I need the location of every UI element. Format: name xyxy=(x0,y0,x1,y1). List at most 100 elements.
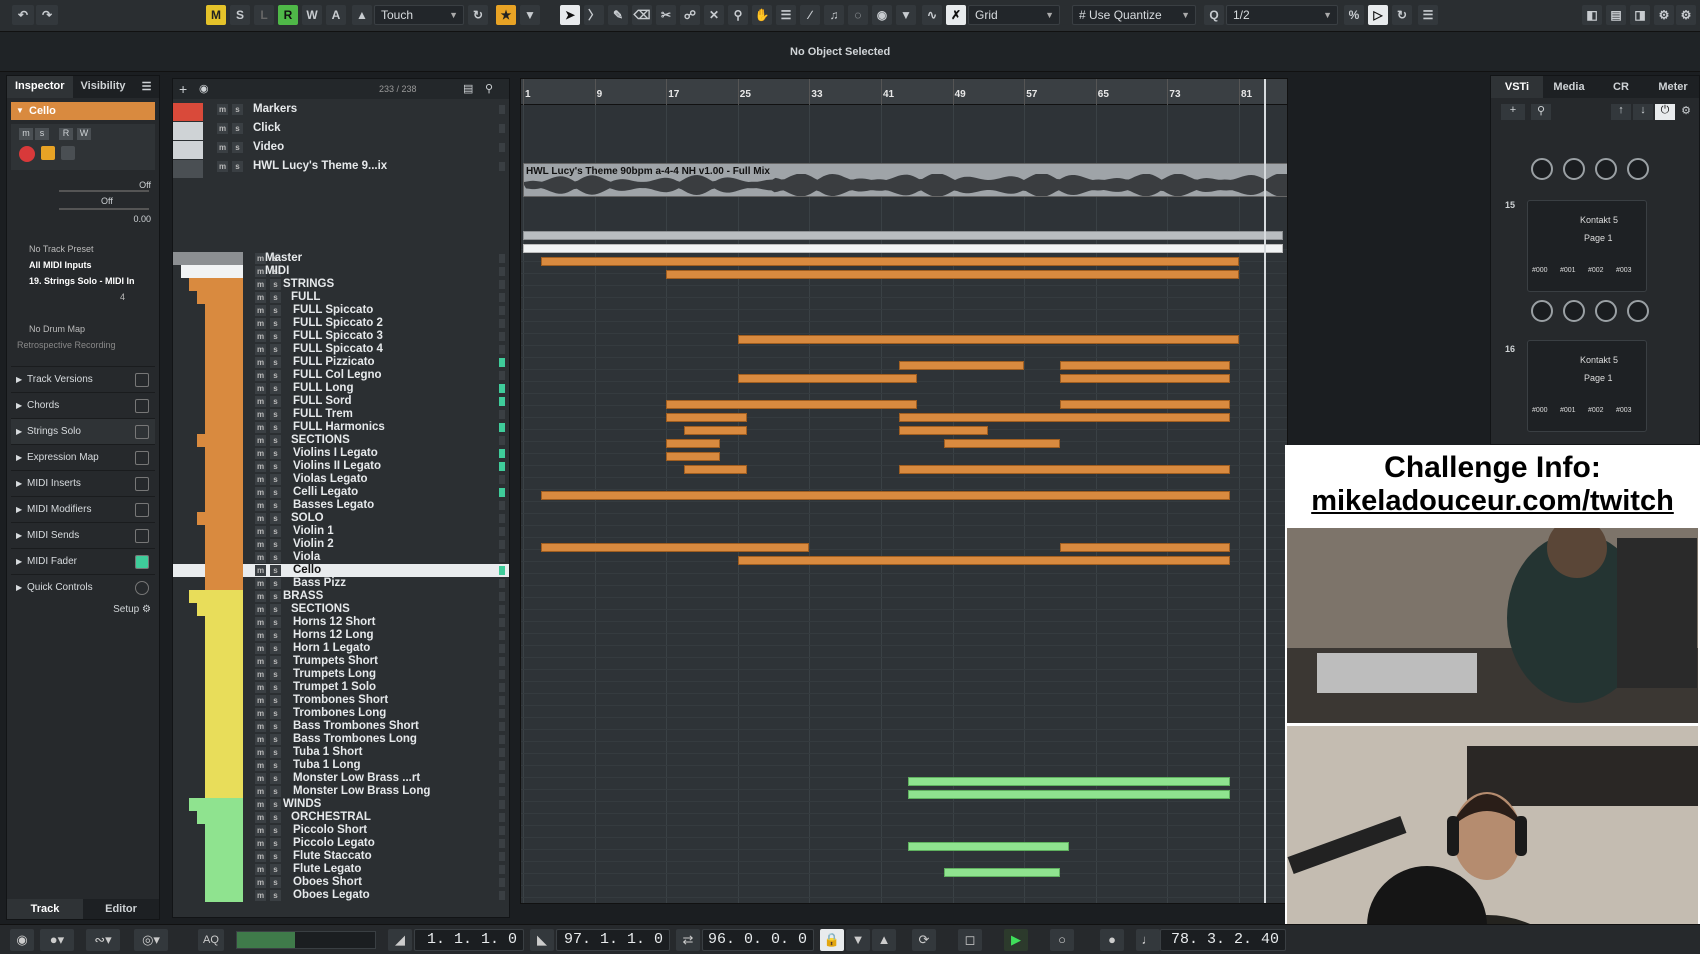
midi-part[interactable] xyxy=(737,374,917,383)
timewarp-tool-icon[interactable]: ☰ xyxy=(776,5,796,25)
quick-control-knob[interactable] xyxy=(1595,158,1617,180)
punch-out-icon[interactable]: ▲ xyxy=(872,929,896,951)
track-row[interactable]: m s Trombones Long xyxy=(173,707,509,720)
solo-button[interactable]: s xyxy=(232,123,243,134)
midi-part[interactable] xyxy=(1060,543,1231,552)
solo-button[interactable]: s xyxy=(270,760,281,771)
mute-button[interactable]: m xyxy=(255,669,266,680)
mute-button[interactable]: m xyxy=(217,142,228,153)
track-row[interactable]: m s Bass Pizz xyxy=(173,577,509,590)
solo-button[interactable]: s xyxy=(270,708,281,719)
lock-icon[interactable]: 🔒 xyxy=(820,929,844,951)
track-row[interactable]: m s Video xyxy=(173,141,509,159)
section-track-versions[interactable]: ▶ Track Versions xyxy=(11,366,155,392)
mute-button[interactable]: m xyxy=(255,773,266,784)
mute-button[interactable]: m xyxy=(255,487,266,498)
mute-button[interactable]: m xyxy=(255,435,266,446)
solo-button[interactable]: s xyxy=(270,695,281,706)
section-midi-inserts[interactable]: ▶ MIDI Inserts xyxy=(11,470,155,496)
audio-performance-icon[interactable]: ◉ xyxy=(10,929,34,951)
tab-cr[interactable]: CR xyxy=(1595,76,1647,98)
midi-part[interactable] xyxy=(943,868,1060,877)
solo-button[interactable]: s xyxy=(270,370,281,381)
track-row[interactable]: m s FULL Sord xyxy=(173,395,509,408)
track-row[interactable]: m s Piccolo Legato xyxy=(173,837,509,850)
split-tool-icon[interactable]: ✂ xyxy=(656,5,676,25)
record-mode-icon[interactable]: ●▾ xyxy=(40,929,74,951)
listen-mode-button[interactable]: L xyxy=(254,5,274,25)
track-row[interactable]: m s STRINGS xyxy=(173,278,509,291)
mute-button[interactable]: m xyxy=(255,552,266,563)
mute-button[interactable]: m xyxy=(255,617,266,628)
solo-button[interactable]: s xyxy=(270,409,281,420)
solo-button[interactable]: s xyxy=(270,591,281,602)
track-row[interactable]: m s Flute Legato xyxy=(173,863,509,876)
mute-button[interactable]: m xyxy=(255,344,266,355)
power-icon[interactable]: ⏻ xyxy=(1655,104,1675,120)
track-row[interactable]: m s FULL Spiccato 4 xyxy=(173,343,509,356)
quick-control-knob[interactable] xyxy=(1627,158,1649,180)
mute-button[interactable]: m xyxy=(255,396,266,407)
track-row[interactable]: m s MIDI xyxy=(173,265,509,278)
midi-part[interactable] xyxy=(898,426,989,435)
section-midi-sends[interactable]: ▶ MIDI Sends xyxy=(11,522,155,548)
automation-mode-select[interactable]: Touch ▼ xyxy=(374,5,464,25)
instrument-slot-15[interactable]: Kontakt 5 Page 1 #000 #001 #002 #003 xyxy=(1527,200,1647,292)
locator-length[interactable]: 96. 0. 0. 0 xyxy=(702,929,814,951)
settings-icon[interactable]: ⚙ xyxy=(1676,5,1696,25)
auto-fades-icon[interactable]: ∿ xyxy=(922,5,942,25)
track-row[interactable]: m s Monster Low Brass Long xyxy=(173,785,509,798)
midi-part[interactable] xyxy=(540,257,1239,266)
section-quick-controls[interactable]: ▶ Quick Controls xyxy=(11,574,155,600)
track-row[interactable]: m s FULL Pizzicato xyxy=(173,356,509,369)
record-icon[interactable]: ○ xyxy=(1050,929,1074,951)
solo-button[interactable]: s xyxy=(270,552,281,563)
track-row[interactable]: m s Horns 12 Long xyxy=(173,629,509,642)
monitor-button[interactable] xyxy=(41,146,55,160)
solo-button[interactable]: s xyxy=(270,682,281,693)
solo-button[interactable]: s xyxy=(270,435,281,446)
solo-button[interactable]: s xyxy=(270,721,281,732)
tab-media[interactable]: Media xyxy=(1543,76,1595,98)
add-track-icon[interactable]: + xyxy=(179,81,187,97)
undo-icon[interactable]: ↶ xyxy=(12,5,34,25)
dropdown-icon[interactable]: ▼ xyxy=(520,5,540,25)
track-row[interactable]: m s Cello xyxy=(173,564,509,577)
midi-part[interactable] xyxy=(684,465,747,474)
write-automation-button[interactable]: W xyxy=(302,5,322,25)
mute-button[interactable]: m xyxy=(255,643,266,654)
length-icon[interactable]: ⇄ xyxy=(676,929,700,951)
read-button[interactable]: R xyxy=(59,128,73,140)
midi-part[interactable] xyxy=(523,244,1283,253)
quantize-value-select[interactable]: 1/2 ▼ xyxy=(1226,5,1338,25)
mute-button[interactable]: m xyxy=(255,656,266,667)
lock-button[interactable] xyxy=(61,146,75,160)
tab-inspector[interactable]: Inspector xyxy=(7,76,73,98)
track-row[interactable]: m s Violins II Legato xyxy=(173,460,509,473)
playhead-cursor[interactable] xyxy=(1264,79,1266,903)
track-row[interactable]: m s Viola xyxy=(173,551,509,564)
track-row[interactable]: m s Violins I Legato xyxy=(173,447,509,460)
snap-type-select[interactable]: Grid ▼ xyxy=(968,5,1060,25)
play-tool-icon[interactable]: ♫ xyxy=(824,5,844,25)
right-locator-icon[interactable]: ◣ xyxy=(530,929,554,951)
inspector-track-name[interactable]: ▼ Cello xyxy=(11,102,155,120)
track-row[interactable]: m s Bass Trombones Short xyxy=(173,720,509,733)
mute-button[interactable]: m xyxy=(255,591,266,602)
mute-button[interactable]: m xyxy=(255,734,266,745)
midi-part[interactable] xyxy=(540,543,810,552)
track-row[interactable]: m s FULL Spiccato 3 xyxy=(173,330,509,343)
solo-button[interactable]: s xyxy=(270,838,281,849)
track-row[interactable]: m s Basses Legato xyxy=(173,499,509,512)
track-row[interactable]: m s Bass Trombones Long xyxy=(173,733,509,746)
mute-button[interactable]: m xyxy=(255,526,266,537)
range-tool-icon[interactable]: 〉 xyxy=(584,5,604,25)
solo-button[interactable]: s xyxy=(232,104,243,115)
track-row[interactable]: m s Trombones Short xyxy=(173,694,509,707)
solo-button[interactable]: s xyxy=(270,331,281,342)
arrow-up-icon[interactable]: ↑ xyxy=(1611,104,1631,120)
track-row[interactable]: m s Violin 1 xyxy=(173,525,509,538)
record-enable-button[interactable] xyxy=(19,146,35,162)
section-expression-map[interactable]: ▶ Expression Map xyxy=(11,444,155,470)
midi-part[interactable] xyxy=(540,491,1231,500)
